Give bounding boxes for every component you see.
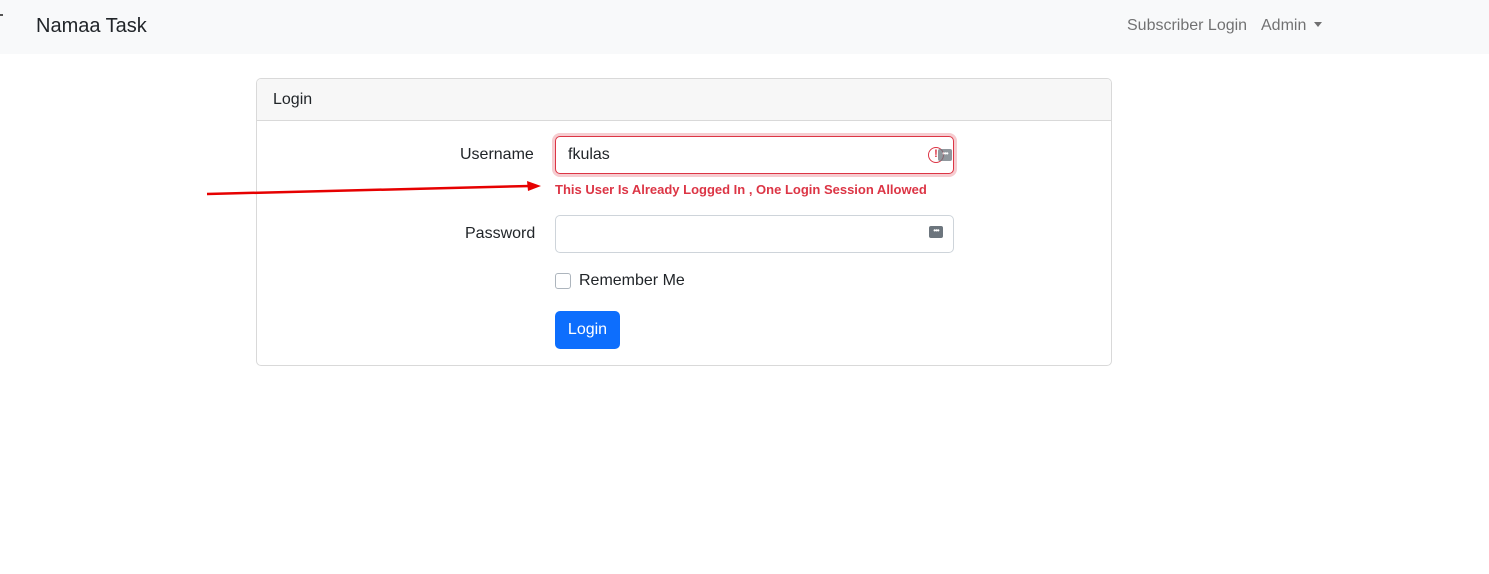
annotation-arrow-head	[527, 181, 541, 191]
annotation-arrow	[206, 181, 541, 196]
annotation-arrow-shaft	[206, 184, 531, 196]
